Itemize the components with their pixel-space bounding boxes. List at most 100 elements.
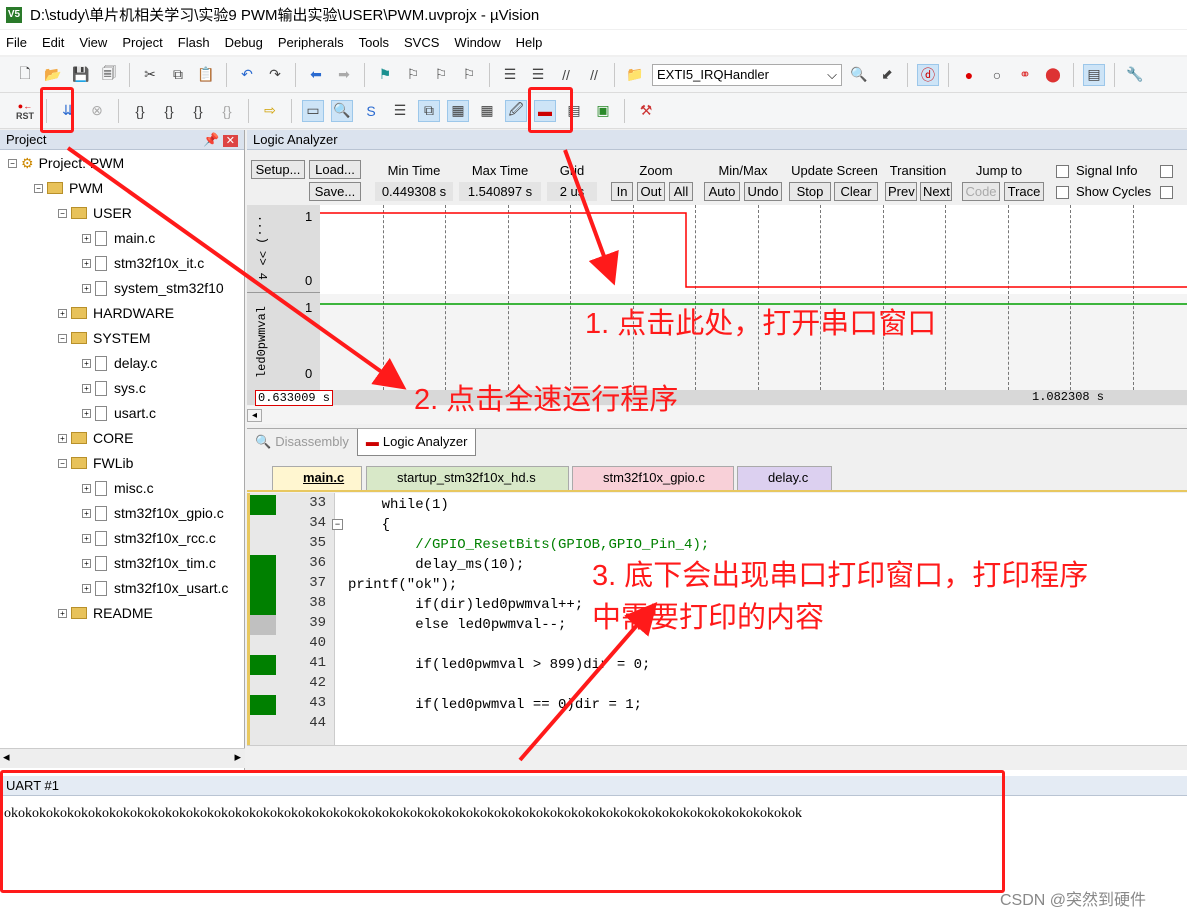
prev-bookmark-icon[interactable]: ⚐ <box>402 64 424 86</box>
tree-item[interactable]: + misc.c <box>82 477 154 499</box>
memory-windows-icon[interactable]: ▦ <box>476 100 498 122</box>
tree-item[interactable]: + README <box>58 602 153 624</box>
menu-window[interactable]: Window <box>454 35 500 50</box>
menu-svcs[interactable]: SVCS <box>404 35 439 50</box>
system-viewer-icon[interactable]: ▣ <box>592 100 614 122</box>
expand-icon[interactable]: + <box>58 433 67 443</box>
expand-icon[interactable]: + <box>82 533 91 543</box>
tree-item[interactable]: + stm32f10x_tim.c <box>82 552 216 574</box>
code-line[interactable]: if(led0pwmval == 0)dir = 1; <box>348 695 642 715</box>
new-file-icon[interactable]: 🗋 <box>14 64 36 86</box>
collapse-icon[interactable]: − <box>58 208 67 218</box>
bookmark-icon[interactable]: ⚑ <box>374 64 396 86</box>
code-line[interactable]: else led0pwmval--; <box>348 615 566 635</box>
toolbox-icon[interactable]: ⚒ <box>635 100 657 122</box>
menu-debug[interactable]: Debug <box>225 35 263 50</box>
signal-row-shift[interactable]: ...) >> 4 1 0 <box>247 205 320 293</box>
undo-icon[interactable]: ↶ <box>236 64 258 86</box>
show-cycles-checkbox[interactable] <box>1056 186 1069 199</box>
menu-file[interactable]: File <box>6 35 27 50</box>
tree-item[interactable]: + sys.c <box>82 377 146 399</box>
cut-icon[interactable]: ✂ <box>139 64 161 86</box>
menu-tools[interactable]: Tools <box>359 35 389 50</box>
close-icon[interactable]: ✕ <box>222 135 238 147</box>
breakpoint-icon[interactable]: ● <box>958 64 980 86</box>
editor-tab-delay[interactable]: delay.c <box>737 466 832 490</box>
jump-code-button[interactable]: Code <box>962 182 1000 201</box>
code-line[interactable]: if(dir)led0pwmval++; <box>348 595 583 615</box>
registers-window-icon[interactable]: ☰ <box>389 100 411 122</box>
collapse-icon[interactable]: − <box>58 333 67 343</box>
configure-icon[interactable]: 🔧 <box>1124 64 1146 86</box>
zoom-out-button[interactable]: Out <box>637 182 665 201</box>
update-stop-button[interactable]: Stop <box>789 182 831 201</box>
code-line[interactable]: while(1) <box>348 495 449 515</box>
editor-tab-gpio[interactable]: stm32f10x_gpio.c <box>572 466 734 490</box>
menu-edit[interactable]: Edit <box>42 35 64 50</box>
code-line[interactable]: if(led0pwmval > 899)dir = 0; <box>348 655 650 675</box>
copy-icon[interactable]: ⧉ <box>167 64 189 86</box>
tree-item[interactable]: − SYSTEM <box>58 327 151 349</box>
expand-icon[interactable]: + <box>82 358 91 368</box>
menu-project[interactable]: Project <box>122 35 162 50</box>
disable-all-breakpoints-icon[interactable]: ⚭ <box>1014 64 1036 86</box>
menu-peripherals[interactable]: Peripherals <box>278 35 344 50</box>
amplitude-checkbox[interactable] <box>1160 165 1173 178</box>
show-next-statement-icon[interactable]: ⇨ <box>259 100 281 122</box>
tree-item[interactable]: + stm32f10x_rcc.c <box>82 527 216 549</box>
run-to-cursor-icon[interactable]: {} <box>216 100 238 122</box>
expand-icon[interactable]: + <box>82 233 91 243</box>
expand-icon[interactable]: + <box>82 283 91 293</box>
tree-item[interactable]: + stm32f10x_usart.c <box>82 577 228 599</box>
expand-icon[interactable]: + <box>82 508 91 518</box>
debug-session-icon[interactable]: ⓓ <box>917 63 939 86</box>
tree-item[interactable]: + stm32f10x_gpio.c <box>82 502 224 524</box>
tree-item[interactable]: + stm32f10x_it.c <box>82 252 204 274</box>
expand-icon[interactable]: + <box>58 308 67 318</box>
watch-windows-icon[interactable]: ▦ <box>447 99 469 122</box>
waveform-area[interactable] <box>320 205 1187 390</box>
tree-item[interactable]: + CORE <box>58 427 133 449</box>
function-combo[interactable]: EXTI5_IRQHandler ⌵ <box>652 63 842 86</box>
symbols-window-icon[interactable]: S <box>360 100 382 122</box>
paste-icon[interactable]: 📋 <box>195 64 217 86</box>
fold-icon[interactable]: − <box>332 519 343 530</box>
stop-button[interactable]: ⊗ <box>86 100 108 122</box>
load-button[interactable]: Load... <box>309 160 361 179</box>
pin-icon[interactable]: 📌 <box>203 132 219 147</box>
command-window-icon[interactable]: ▭ <box>302 99 324 122</box>
back-icon[interactable]: ⬅ <box>305 64 327 86</box>
tab-logic-analyzer[interactable]: ▬ Logic Analyzer <box>356 429 477 456</box>
code-line[interactable]: printf("ok"); <box>348 575 457 595</box>
tree-item[interactable]: + system_stm32f10 <box>82 277 224 299</box>
menu-flash[interactable]: Flash <box>178 35 210 50</box>
expand-icon[interactable]: + <box>58 608 67 618</box>
expand-icon[interactable]: + <box>82 558 91 568</box>
tree-item[interactable]: + delay.c <box>82 352 157 374</box>
tree-item[interactable]: + usart.c <box>82 402 156 424</box>
redo-icon[interactable]: ↷ <box>264 64 286 86</box>
step-into-icon[interactable]: {} <box>129 100 151 122</box>
tree-item[interactable]: + HARDWARE <box>58 302 174 324</box>
find-in-files-icon[interactable]: 📁 <box>624 64 646 86</box>
disable-breakpoint-icon[interactable]: ○ <box>986 64 1008 86</box>
tree-item[interactable]: − PWM <box>34 177 103 199</box>
save-icon[interactable]: 💾 <box>70 64 92 86</box>
code-line[interactable]: { <box>348 515 390 535</box>
tree-item[interactable]: − FWLib <box>58 452 133 474</box>
collapse-icon[interactable]: − <box>8 158 17 168</box>
editor-tab-startup[interactable]: startup_stm32f10x_hd.s <box>366 466 569 490</box>
indent-icon[interactable]: ☰ <box>499 64 521 86</box>
call-stack-icon[interactable]: ⧉ <box>418 99 440 122</box>
waveform-horizontal-scrollbar[interactable]: ◂ <box>247 406 1187 424</box>
tab-disassembly[interactable]: 🔍 Disassembly <box>247 429 357 456</box>
comment-icon[interactable]: // <box>555 64 577 86</box>
project-horizontal-scrollbar[interactable]: ◂ ▸ <box>0 748 245 768</box>
signal-info-checkbox[interactable] <box>1056 165 1069 178</box>
next-bookmark-icon[interactable]: ⚐ <box>430 64 452 86</box>
zoom-all-button[interactable]: All <box>669 182 693 201</box>
tree-item[interactable]: − USER <box>58 202 132 224</box>
zoom-in-button[interactable]: In <box>611 182 633 201</box>
collapse-icon[interactable]: − <box>34 183 43 193</box>
forward-icon[interactable]: ➡ <box>333 64 355 86</box>
